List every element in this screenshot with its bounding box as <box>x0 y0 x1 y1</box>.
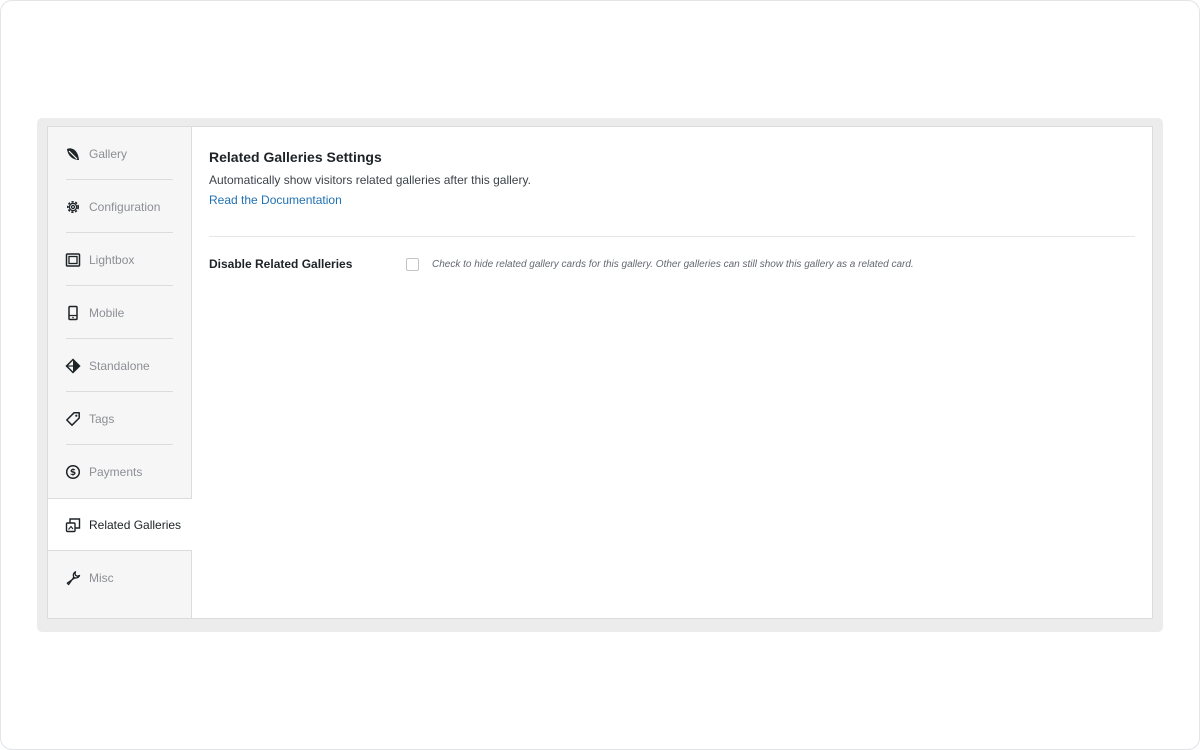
page-description: Automatically show visitors related gall… <box>209 173 531 187</box>
setting-label: Disable Related Galleries <box>209 257 353 271</box>
sidebar-item-tags[interactable]: Tags <box>48 392 191 445</box>
dollar-icon: $ <box>65 464 81 480</box>
section-divider <box>209 236 1135 237</box>
sidebar-item-label: Gallery <box>89 146 128 161</box>
sidebar-item-label: Payments <box>89 464 143 479</box>
leaf-icon <box>65 146 81 162</box>
related-galleries-icon <box>65 517 81 533</box>
sidebar-item-label: Lightbox <box>89 252 135 267</box>
sidebar-item-standalone[interactable]: Standalone <box>48 339 191 392</box>
disable-related-galleries-checkbox[interactable] <box>406 257 419 271</box>
sidebar-item-related-galleries[interactable]: Related Galleries <box>48 498 192 551</box>
sidebar-item-lightbox[interactable]: Lightbox <box>48 233 191 286</box>
sidebar-item-mobile[interactable]: Mobile <box>48 286 191 339</box>
sidebar-item-label: Mobile <box>89 305 125 320</box>
sidebar-item-label: Misc <box>89 570 114 585</box>
sidebar-item-gallery[interactable]: Gallery <box>48 127 191 180</box>
page-title: Related Galleries Settings <box>209 149 382 165</box>
svg-text:$: $ <box>70 468 76 478</box>
sidebar-item-label: Configuration <box>89 199 161 214</box>
sidebar-item-label: Related Galleries <box>89 517 182 532</box>
settings-content: Related Galleries Settings Automatically… <box>192 127 1152 618</box>
sidebar-item-label: Tags <box>89 411 115 426</box>
setting-help-text: Check to hide related gallery cards for … <box>432 258 914 270</box>
documentation-link[interactable]: Read the Documentation <box>209 193 342 207</box>
sidebar-item-misc[interactable]: Misc <box>48 551 191 604</box>
sidebar-item-payments[interactable]: $ Payments <box>48 445 191 498</box>
tag-icon <box>65 411 81 427</box>
mobile-icon <box>65 305 81 321</box>
gear-icon <box>65 199 81 215</box>
setting-row-disable-related: Disable Related Galleries Check to hide … <box>209 257 1135 271</box>
settings-panel: Gallery Configuration Lightbox Mobile St <box>47 126 1153 619</box>
standalone-icon <box>65 357 81 374</box>
sidebar-item-configuration[interactable]: Configuration <box>48 180 191 233</box>
wrench-icon <box>65 570 81 586</box>
sidebar-item-label: Standalone <box>89 358 150 373</box>
lightbox-icon <box>65 252 81 268</box>
settings-sidebar: Gallery Configuration Lightbox Mobile St <box>48 127 192 618</box>
